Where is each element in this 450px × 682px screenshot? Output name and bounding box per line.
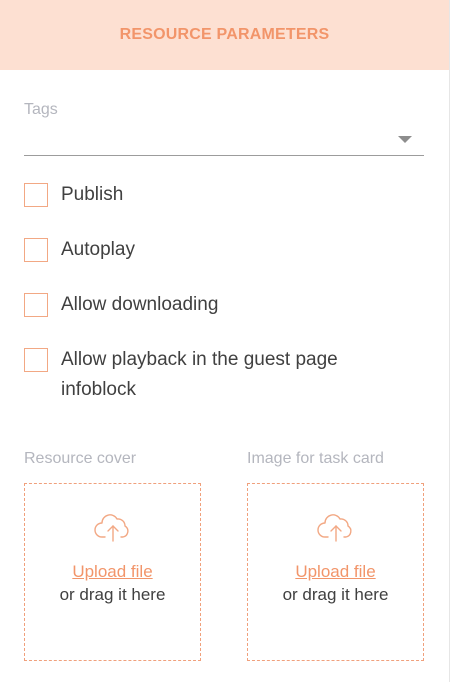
resource-cover-label: Resource cover: [24, 450, 137, 467]
resource-parameters-panel: RESOURCE PARAMETERS Tags Publish Autopla…: [0, 0, 450, 682]
resource-cover-drag-hint: or drag it here: [59, 585, 166, 604]
task-card-image-upload-link[interactable]: Upload file: [248, 562, 423, 582]
panel-header: RESOURCE PARAMETERS: [0, 0, 449, 70]
resource-cover-upload-link[interactable]: Upload file: [25, 562, 200, 582]
task-card-image-drag-hint: or drag it here: [282, 585, 389, 604]
guest-playback-label[interactable]: Allow playback in the guest page infoblo…: [61, 345, 371, 405]
tags-label: Tags: [24, 101, 58, 118]
publish-checkbox[interactable]: [24, 183, 48, 207]
allow-downloading-checkbox[interactable]: [24, 293, 48, 317]
autoplay-label[interactable]: Autoplay: [61, 235, 371, 265]
guest-playback-option[interactable]: Allow playback in the guest page infoblo…: [24, 348, 371, 405]
resource-cover-dropzone[interactable]: Upload file or drag it here: [24, 483, 201, 661]
allow-downloading-label[interactable]: Allow downloading: [61, 290, 371, 320]
chevron-down-icon[interactable]: [398, 136, 412, 143]
cloud-upload-icon: [94, 514, 129, 542]
autoplay-checkbox[interactable]: [24, 238, 48, 262]
panel-title: RESOURCE PARAMETERS: [119, 26, 330, 43]
publish-label[interactable]: Publish: [61, 180, 371, 210]
task-card-image-dropzone[interactable]: Upload file or drag it here: [247, 483, 424, 661]
task-card-image-label: Image for task card: [247, 450, 384, 467]
tags-select[interactable]: [24, 124, 424, 156]
publish-option[interactable]: Publish: [24, 183, 371, 210]
cloud-upload-icon: [317, 514, 352, 542]
allow-downloading-option[interactable]: Allow downloading: [24, 293, 371, 320]
autoplay-option[interactable]: Autoplay: [24, 238, 371, 265]
guest-playback-checkbox[interactable]: [24, 348, 48, 372]
